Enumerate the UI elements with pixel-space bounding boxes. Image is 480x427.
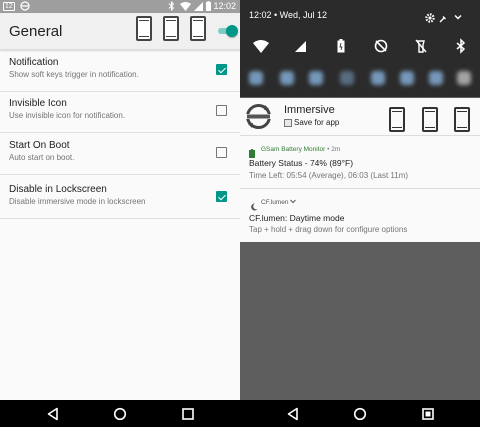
signal-icon[interactable] [293,38,309,54]
blurred-tile [457,71,471,85]
immersive-logo-icon [246,104,271,129]
bluetooth-icon [168,1,175,11]
battery-icon [206,1,211,11]
navigation-bar [0,400,480,427]
blurred-tile [280,71,294,85]
save-for-app-checkbox[interactable] [284,119,292,127]
pref-summary: Auto start on boot. [9,153,75,162]
chevron-down-icon[interactable] [290,199,297,206]
blurred-tile [429,71,443,85]
shade-date-time: 12:02 • Wed, Jul 12 [249,10,328,20]
quick-settings-secondary-row [240,66,480,90]
expand-chevron-icon[interactable] [453,9,463,20]
save-for-app-label[interactable]: Save for app [294,118,339,127]
home-icon[interactable] [353,407,367,421]
phone-mode-1-icon[interactable] [389,107,405,132]
blurred-tile [249,71,263,85]
cflumen-notification[interactable]: CF.lumen CF.lumen: Daytime mode Tap + ho… [240,189,480,242]
page-title: General [9,23,63,40]
invisible-icon-checkbox[interactable] [216,105,227,116]
immersive-settings-screen: 12 12:02 General Notification Show soft … [0,0,240,400]
pref-notification[interactable]: Notification Show soft keys trigger in n… [0,49,240,92]
start-on-boot-checkbox[interactable] [216,147,227,158]
phone-mode-1-icon[interactable] [136,16,152,41]
notification-text: Time Left: 05:54 (Average), 06:03 (Last … [249,171,409,180]
flashlight-icon[interactable] [413,38,429,54]
toggle-thumb [226,25,238,37]
pref-summary: Use invisible icon for notification. [9,111,126,120]
gsam-notification[interactable]: GSam Battery Monitor • 2m Battery Status… [240,136,480,189]
status-bar: 12 12:02 [0,0,240,13]
signal-icon [194,1,203,11]
notification-app-name: GSam Battery Monitor [261,146,326,153]
notification-shade: 12:02 • Wed, Jul 12 Immersive Save for a… [240,0,480,400]
notification-app-line: CF.lumen [261,199,297,206]
pref-title: Disable in Lockscreen [9,184,107,195]
notification-text: Tap + hold + drag down for configure opt… [249,225,408,234]
notification-app-name: CF.lumen [261,199,289,206]
pref-start-on-boot[interactable]: Start On Boot Auto start on boot. [0,132,240,175]
bluetooth-icon[interactable] [453,38,469,54]
notification-title: CF.lumen: Daytime mode [249,213,345,223]
phone-mode-3-icon[interactable] [454,107,470,132]
wrench-icon[interactable] [439,10,447,23]
phone-mode-3-icon[interactable] [190,16,206,41]
pref-summary: Show soft keys trigger in notification. [9,70,139,79]
pref-title: Invisible Icon [9,98,67,109]
pref-disable-lockscreen[interactable]: Disable in Lockscreen Disable immersive … [0,176,240,219]
blurred-tile [371,71,385,85]
master-toggle[interactable] [218,25,238,37]
status-time: 12:02 [213,1,236,11]
pref-title: Notification [9,57,59,68]
blurred-tile [340,71,354,85]
immersive-notification[interactable]: Immersive Save for app [240,98,480,136]
notification-app-line: GSam Battery Monitor • 2m [261,146,341,153]
phone-mode-2-icon[interactable] [163,16,179,41]
wifi-icon [180,1,191,11]
phone-mode-2-icon[interactable] [422,107,438,132]
notification-title: Battery Status - 74% (89°F) [249,158,354,168]
notification-count-icon: 12 [3,1,15,11]
settings-gear-icon[interactable] [425,10,435,23]
battery-icon[interactable] [333,38,349,54]
back-icon[interactable] [46,407,60,421]
back-icon[interactable] [286,407,300,421]
pref-invisible-icon[interactable]: Invisible Icon Use invisible icon for no… [0,90,240,133]
app-bar: General [0,13,240,50]
sync-icon [20,1,30,11]
notification-checkbox[interactable] [216,64,227,75]
home-icon[interactable] [113,407,127,421]
pref-summary: Disable immersive mode in lockscreen [9,197,146,206]
notification-age: 2m [331,146,341,153]
disable-lockscreen-checkbox[interactable] [216,191,227,202]
dnd-icon[interactable] [373,38,389,54]
blurred-tile [309,71,323,85]
recents-icon[interactable] [421,407,435,421]
recents-icon[interactable] [181,407,195,421]
quick-settings-panel: 12:02 • Wed, Jul 12 [240,0,480,97]
pref-title: Start On Boot [9,140,70,151]
immersive-title: Immersive [284,104,335,116]
wifi-icon[interactable] [253,38,269,54]
blurred-tile [400,71,414,85]
